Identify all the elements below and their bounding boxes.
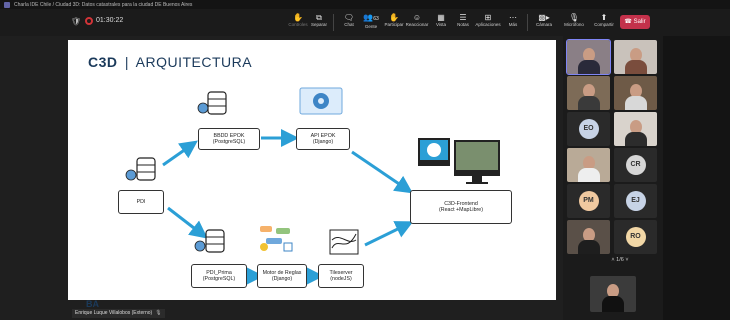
architecture-diagram xyxy=(125,87,500,285)
teams-logo-icon xyxy=(4,1,10,8)
participant-tile-ro[interactable]: RO xyxy=(614,220,657,254)
participant-video-tile[interactable] xyxy=(567,220,610,254)
participant-avatar: CR xyxy=(625,155,646,175)
mic-off-icon: 🎙 xyxy=(568,13,580,22)
monitor-map-icon xyxy=(418,138,500,184)
node-api-epok: API EPOK (Django) xyxy=(296,128,350,150)
chevron-down-icon[interactable]: ˅ xyxy=(625,257,628,263)
participant-tile-cr[interactable]: CR xyxy=(614,148,657,182)
node-tileserver: Tileserver (nodeJS) xyxy=(318,264,364,288)
presenter-name-tag: Enrique Luque Villalobos (Externo) 🎙 xyxy=(72,309,165,318)
recording-icon xyxy=(85,17,93,25)
more-button[interactable]: ⋯ Más xyxy=(499,13,527,33)
chevron-up-icon[interactable]: ˄ xyxy=(611,257,614,263)
participant-avatar: RO xyxy=(625,227,646,247)
window-icon: ⧉ xyxy=(316,13,322,22)
share-screen-button[interactable]: ⬆ Compartir xyxy=(590,13,618,33)
arrow-pdi-bbdd xyxy=(162,140,198,167)
database-icon xyxy=(197,91,227,115)
ba-logo: BA xyxy=(86,299,99,309)
toolbar-divider xyxy=(527,14,528,31)
share-tray-icon: ⬆ xyxy=(600,13,608,22)
shield-icon: 🛡 xyxy=(71,17,82,26)
apps-button[interactable]: ⊞ Aplicaciones xyxy=(474,13,502,33)
participant-avatar: PM xyxy=(578,191,599,211)
mic-icon: 🎙 xyxy=(155,310,162,316)
participant-video-tile[interactable] xyxy=(614,112,657,146)
toolbar-divider xyxy=(333,14,334,31)
presentation-slide: C3D | ARQUITECTURA PDI BBDD EPOK (Postgr… xyxy=(68,40,556,300)
participant-video-tile[interactable] xyxy=(614,76,657,110)
participant-tile-ej[interactable]: EJ xyxy=(614,184,657,218)
leave-button[interactable]: ☎ Salir xyxy=(620,15,650,29)
separate-button[interactable]: ⧉ Separar xyxy=(305,13,333,33)
camera-icon: ▩▸ xyxy=(538,13,550,22)
meeting-timer: 01:30:22 xyxy=(96,17,124,24)
map-tiles-icon xyxy=(329,229,359,255)
participant-tile-eo[interactable]: EO xyxy=(567,112,610,146)
participant-video-tile[interactable] xyxy=(567,148,610,182)
participant-avatar: EJ xyxy=(625,191,646,211)
node-bbdd-epok: BBDD EPOK (PostgreSQL) xyxy=(198,128,260,150)
gallery-pager: ˄ 1/6 ˅ xyxy=(590,255,650,265)
node-c3d-frontend: C3D-Frontend (React +MapLibre) xyxy=(410,190,512,224)
participant-tile-pm[interactable]: PM xyxy=(567,184,610,218)
arrow-tile-frontend xyxy=(364,221,414,247)
participant-video-tile[interactable] xyxy=(567,76,610,110)
gallery-page: 1/6 xyxy=(616,257,624,263)
rules-engine-icon xyxy=(260,226,293,252)
microphone-button[interactable]: 🎙 Micrófono xyxy=(560,13,588,33)
participant-avatar: EO xyxy=(578,119,599,139)
people-count: 63 xyxy=(373,16,379,22)
arrow-api-frontend xyxy=(351,150,413,194)
participant-video-tile[interactable] xyxy=(566,39,611,75)
node-pdi: PDI xyxy=(118,190,164,214)
camera-button[interactable]: ▩▸ Cámara xyxy=(530,13,558,33)
database-icon xyxy=(125,157,156,181)
window-title: Charla IDE Chile / Ciudad 3D: Datos cata… xyxy=(14,1,193,8)
notes-icon: ☰ xyxy=(459,13,467,22)
gallery-margin xyxy=(663,36,730,320)
phone-hangup-icon: ☎ xyxy=(624,19,632,25)
apps-plus-icon: ⊞ xyxy=(484,13,492,22)
node-pdi-prima: PDI_Prima (PostgreSQL) xyxy=(191,264,247,288)
self-view-tile[interactable] xyxy=(590,276,636,312)
participant-video-tile[interactable] xyxy=(614,40,657,74)
notes-button[interactable]: ☰ Notas xyxy=(449,13,477,33)
window-titlebar: Charla IDE Chile / Ciudad 3D: Datos cata… xyxy=(0,0,730,9)
node-motor-reglas: Motor de Reglas (Django) xyxy=(257,264,307,288)
more-dots-icon: ⋯ xyxy=(509,13,517,22)
arrow-pdi-prima xyxy=(167,206,208,239)
api-gear-icon xyxy=(299,87,343,115)
